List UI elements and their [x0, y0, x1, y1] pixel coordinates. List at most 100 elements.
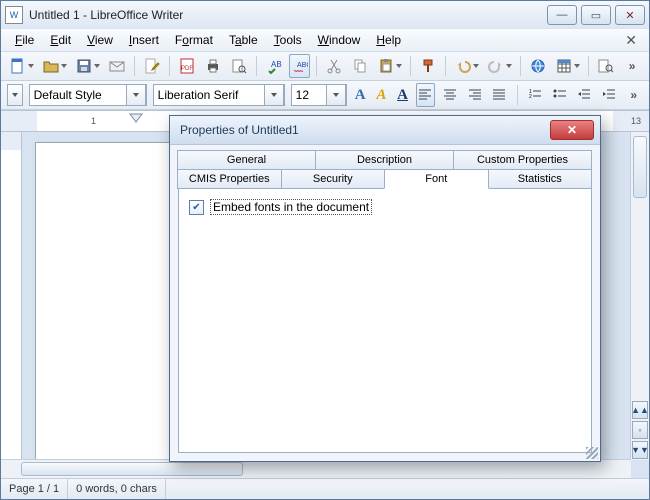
menu-file[interactable]: File [9, 31, 40, 49]
dialog-title: Properties of Untitled1 [176, 123, 550, 137]
fmt-toolbar-overflow-button[interactable]: » [624, 83, 643, 107]
dialog-close-button[interactable]: ✕ [550, 120, 594, 140]
menu-format[interactable]: Format [169, 31, 219, 49]
font-name-input[interactable] [154, 86, 264, 104]
formatting-toolbar: A A A 12 » [1, 81, 649, 110]
menu-tools[interactable]: Tools [268, 31, 308, 49]
dialog-body: General Description Custom Properties CM… [170, 145, 600, 461]
app-window: W Untitled 1 - LibreOffice Writer — ▭ ✕ … [0, 0, 650, 500]
tab-custom[interactable]: Custom Properties [453, 150, 592, 170]
clone-formatting-button[interactable] [417, 54, 439, 78]
vertical-ruler[interactable] [1, 132, 22, 478]
tab-cmis[interactable]: CMIS Properties [177, 169, 282, 189]
save-button[interactable] [73, 54, 102, 78]
maximize-button[interactable]: ▭ [581, 5, 611, 25]
insert-table-button[interactable] [553, 54, 582, 78]
toolbar-separator [445, 56, 446, 76]
bold-button[interactable]: A [353, 87, 368, 104]
svg-text:ABC: ABC [297, 62, 308, 69]
font-size-input[interactable] [292, 86, 326, 104]
tab-description[interactable]: Description [315, 150, 454, 170]
scroll-thumb[interactable] [21, 462, 243, 476]
increase-indent-button[interactable] [600, 83, 619, 107]
menu-view[interactable]: View [81, 31, 119, 49]
find-button[interactable] [595, 54, 617, 78]
paragraph-style-drop-icon[interactable] [126, 84, 146, 106]
toolbar-overflow-button[interactable]: » [621, 54, 643, 78]
tab-security[interactable]: Security [281, 169, 386, 189]
styles-dropdown-button[interactable] [7, 84, 23, 106]
dialog-title-bar[interactable]: Properties of Untitled1 ✕ [170, 116, 600, 145]
edit-doc-button[interactable] [141, 54, 163, 78]
toolbar-separator [169, 56, 170, 76]
print-button[interactable] [202, 54, 224, 78]
scroll-thumb[interactable] [633, 136, 647, 198]
bullet-list-button[interactable] [550, 83, 569, 107]
menu-help[interactable]: Help [370, 31, 407, 49]
numbered-list-button[interactable]: 12 [526, 83, 545, 107]
indent-marker-icon[interactable] [129, 113, 143, 129]
navigation-buttons: ▲▲ ◦ ▼▼ [631, 400, 649, 460]
paragraph-style-combo[interactable] [29, 84, 147, 106]
copy-button[interactable] [349, 54, 371, 78]
svg-text:ABC: ABC [271, 60, 282, 69]
tab-panel-font: ✔ Embed fonts in the document [178, 188, 592, 453]
decrease-indent-button[interactable] [575, 83, 594, 107]
align-left-button[interactable] [416, 83, 435, 107]
redo-button[interactable] [485, 54, 514, 78]
font-name-drop-icon[interactable] [264, 84, 284, 106]
status-page[interactable]: Page 1 / 1 [1, 479, 68, 499]
properties-dialog: Properties of Untitled1 ✕ General Descri… [169, 115, 601, 462]
auto-spellcheck-button[interactable]: ABC [289, 54, 311, 78]
menu-bar: File Edit View Insert Format Table Tools… [1, 29, 649, 51]
menu-table[interactable]: Table [223, 31, 264, 49]
font-size-combo[interactable] [291, 84, 347, 106]
paste-button[interactable] [375, 54, 404, 78]
open-button[interactable] [40, 54, 69, 78]
menu-edit[interactable]: Edit [44, 31, 77, 49]
font-size-drop-icon[interactable] [326, 84, 346, 106]
embed-fonts-label: Embed fonts in the document [210, 199, 372, 215]
menu-insert[interactable]: Insert [123, 31, 165, 49]
hyperlink-button[interactable] [527, 54, 549, 78]
new-doc-button[interactable] [7, 54, 36, 78]
paragraph-style-input[interactable] [30, 86, 126, 104]
email-button[interactable] [106, 54, 128, 78]
embed-fonts-checkbox[interactable]: ✔ [189, 200, 204, 215]
dialog-tabs-row1: General Description Custom Properties [178, 151, 592, 170]
window-controls: — ▭ ✕ [547, 5, 645, 25]
print-preview-button[interactable] [228, 54, 250, 78]
cut-button[interactable] [323, 54, 345, 78]
nav-prev-button[interactable]: ▲▲ [632, 401, 648, 419]
document-close-icon[interactable]: ✕ [621, 32, 641, 49]
embed-fonts-option[interactable]: ✔ Embed fonts in the document [189, 199, 581, 215]
toolbar-separator [410, 56, 411, 76]
tab-font[interactable]: Font [384, 169, 489, 189]
nav-next-button[interactable]: ▼▼ [632, 441, 648, 459]
dialog-tabs-row2: CMIS Properties Security Font Statistics [178, 170, 592, 189]
underline-button[interactable]: A [395, 87, 410, 104]
spellcheck-button[interactable]: ABC [263, 54, 285, 78]
toolbar-separator [316, 56, 317, 76]
svg-text:PDF: PDF [181, 66, 193, 72]
align-justify-button[interactable] [490, 83, 509, 107]
font-name-combo[interactable] [153, 84, 285, 106]
close-button[interactable]: ✕ [615, 5, 645, 25]
nav-browse-button[interactable]: ◦ [632, 421, 648, 439]
status-bar: Page 1 / 1 0 words, 0 chars [1, 478, 649, 499]
toolbar-separator [520, 56, 521, 76]
italic-button[interactable]: A [374, 87, 389, 104]
title-bar: W Untitled 1 - LibreOffice Writer — ▭ ✕ [1, 1, 649, 29]
app-icon: W [5, 6, 23, 24]
ruler-mark: 13 [631, 116, 641, 126]
status-words[interactable]: 0 words, 0 chars [68, 479, 166, 499]
tab-statistics[interactable]: Statistics [488, 169, 593, 189]
align-right-button[interactable] [465, 83, 484, 107]
menu-window[interactable]: Window [312, 31, 367, 49]
undo-button[interactable] [452, 54, 481, 78]
tab-general[interactable]: General [177, 150, 316, 170]
minimize-button[interactable]: — [547, 5, 577, 25]
export-pdf-button[interactable]: PDF [176, 54, 198, 78]
dialog-resize-grip[interactable] [586, 447, 598, 459]
align-center-button[interactable] [441, 83, 460, 107]
